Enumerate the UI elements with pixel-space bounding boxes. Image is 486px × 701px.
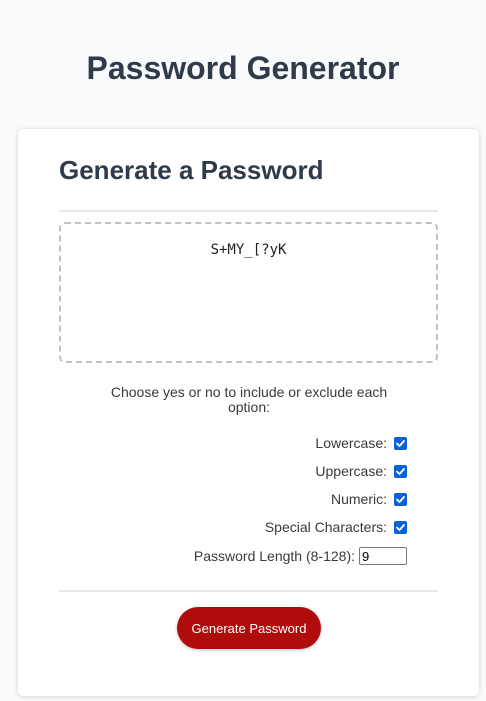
password-text: S+MY_[?yK [210,242,287,258]
option-label-special: Special Characters: [264,519,387,535]
card-header: Generate a Password [59,155,324,185]
option-uppercase: Uppercase: [315,462,407,480]
option-label-numeric: Numeric: [330,491,387,507]
numeric-checkbox[interactable] [394,492,407,506]
option-special-characters: Special Characters: [265,518,407,536]
instructions-text: Choose yes or no to include or exclude e… [110,384,388,415]
divider-top [59,210,438,212]
option-label-uppercase: Uppercase: [315,463,387,479]
page-title: Password Generator [86,50,400,86]
lowercase-checkbox[interactable] [394,436,407,450]
option-label-lowercase: Lowercase: [315,435,387,451]
password-display[interactable]: S+MY_[?yK [59,222,438,363]
uppercase-checkbox[interactable] [394,464,407,478]
option-numeric: Numeric: [331,490,407,508]
option-lowercase: Lowercase: [315,434,407,452]
option-password-length: Password Length (8-128): [194,546,407,566]
password-length-input[interactable] [359,547,407,565]
generator-card: Generate a Password S+MY_[?yK Choose yes… [18,129,479,696]
special-characters-checkbox[interactable] [394,520,407,534]
generate-password-button[interactable]: Generate Password [177,607,321,649]
divider-bottom [59,590,438,592]
password-length-label: Password Length (8-128): [193,548,355,564]
